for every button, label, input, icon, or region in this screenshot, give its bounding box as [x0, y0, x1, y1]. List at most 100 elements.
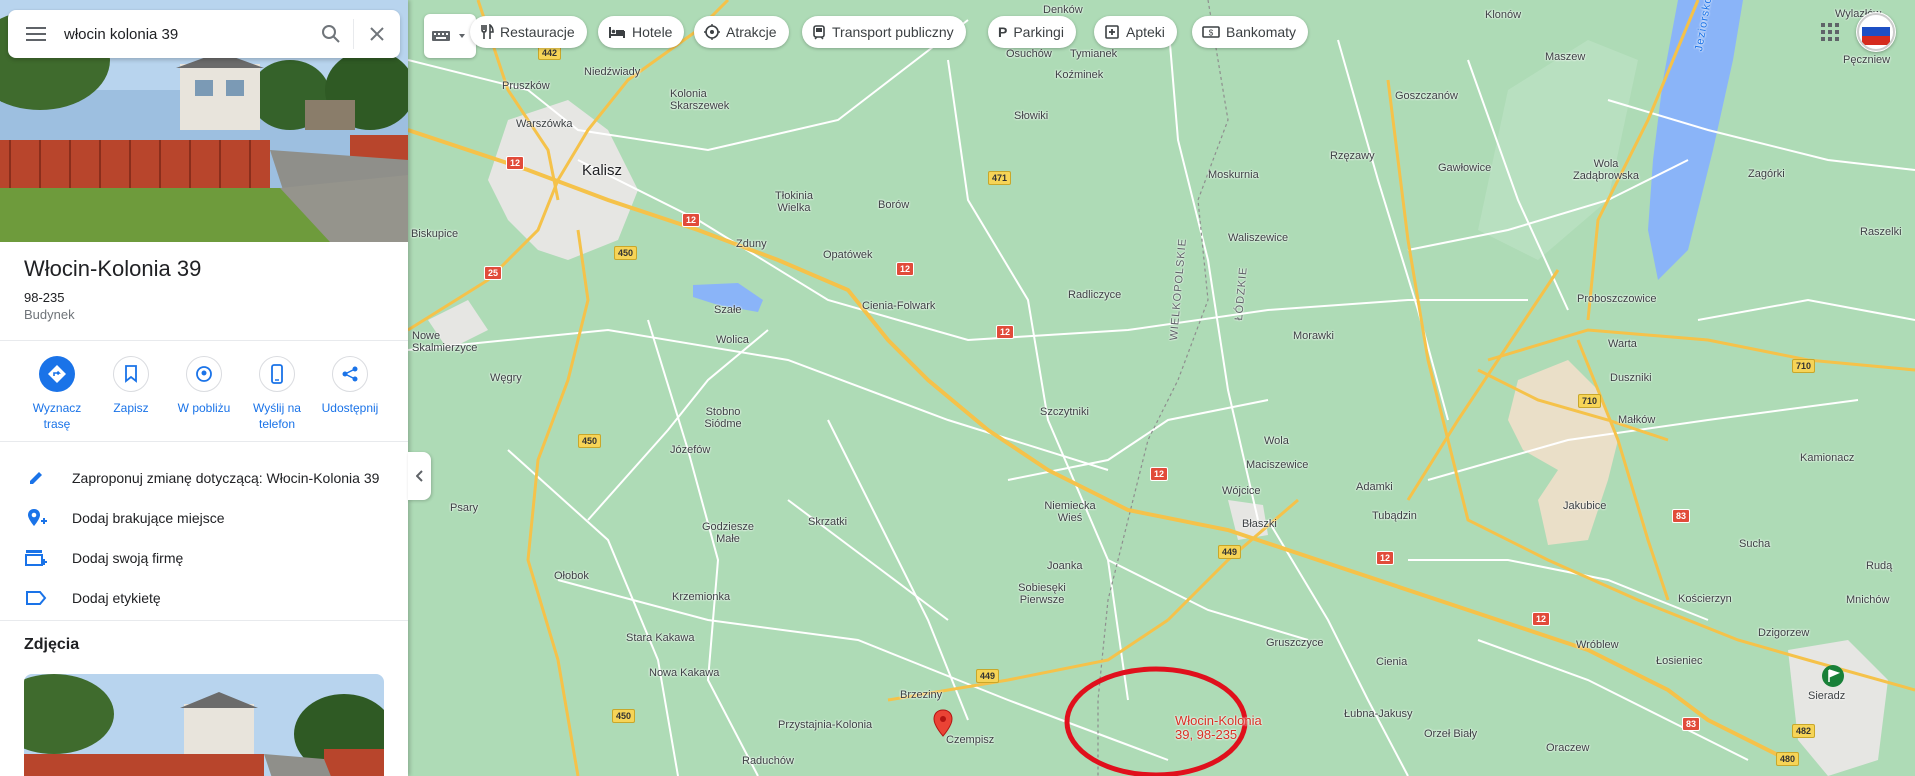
chip-parking[interactable]: P Parkingi	[988, 16, 1076, 48]
phone-icon	[259, 356, 295, 392]
search-box[interactable]: włocin kolonia 39	[8, 10, 400, 58]
apps-grid-icon[interactable]	[1818, 20, 1842, 44]
place-label: Orzeł Biały	[1424, 728, 1478, 740]
nearby-button[interactable]: W pobliżu	[168, 356, 240, 416]
chip-restaurants[interactable]: Restauracje	[470, 16, 587, 48]
chip-pharmacies[interactable]: Apteki	[1094, 16, 1177, 48]
place-label: Psary	[450, 502, 479, 514]
place-label: Rzęzawy	[1330, 150, 1375, 162]
bookmark-icon	[113, 356, 149, 392]
search-icon[interactable]	[309, 10, 353, 58]
place-label: Józefów	[670, 444, 711, 456]
suggest-edit-row[interactable]: Zaproponuj zmianę dotyczącą: Włocin-Kolo…	[0, 458, 408, 498]
place-label: Niemiecka Wieś	[1044, 500, 1096, 524]
road-number: 12	[1532, 612, 1551, 626]
road-number: 482	[1792, 724, 1816, 738]
place-label: Biskupice	[411, 228, 459, 240]
share-button[interactable]: Udostępnij	[314, 356, 386, 416]
photos-heading: Zdjęcia	[24, 636, 80, 653]
photo-thumbnail[interactable]	[24, 674, 384, 776]
road-number: 12	[1150, 467, 1169, 481]
place-label: Stara Kakawa	[626, 632, 695, 644]
chip-public-transport[interactable]: Transport publiczny	[802, 16, 966, 48]
search-input[interactable]: włocin kolonia 39	[64, 26, 309, 43]
chip-attractions[interactable]: Atrakcje	[694, 16, 789, 48]
pencil-icon	[0, 469, 72, 487]
place-label: Kamionacz	[1800, 452, 1855, 464]
pin-label[interactable]: Włocin-Kolonia 39, 98-235	[1175, 714, 1262, 742]
chip-hotels[interactable]: Hotele	[598, 16, 685, 48]
chip-label: Apteki	[1126, 24, 1165, 40]
add-label-row[interactable]: Dodaj etykietę	[0, 578, 408, 618]
menu-icon[interactable]	[8, 10, 64, 58]
add-label-label: Dodaj etykietę	[72, 590, 161, 606]
save-label: Zapisz	[113, 401, 149, 415]
place-label: Morawki	[1293, 330, 1334, 342]
road-number: 450	[614, 246, 638, 260]
place-label: Maszew	[1545, 51, 1586, 63]
place-label: Kolonia Skarszewek	[670, 88, 730, 112]
share-label: Udostępnij	[321, 401, 379, 415]
place-label: Wola Zadąbrowska	[1572, 158, 1640, 182]
parking-icon: P	[998, 24, 1008, 40]
chip-atms[interactable]: $ Bankomaty	[1192, 16, 1309, 48]
divider	[0, 620, 408, 621]
place-label: Oraczew	[1546, 742, 1590, 754]
divider	[0, 340, 408, 341]
place-label: Tłokinia Wielka	[775, 190, 813, 214]
place-label: Przystajnia-Kolonia	[778, 719, 873, 731]
road-number: 12	[506, 156, 525, 170]
place-label: Moskurnia	[1208, 169, 1259, 181]
place-label: Duszniki	[1610, 372, 1652, 384]
nearby-icon	[186, 356, 222, 392]
suggest-edit-label: Zaproponuj zmianę dotyczącą: Włocin-Kolo…	[72, 470, 380, 486]
place-label: Pruszków	[502, 80, 550, 92]
place-label: Cienia	[1376, 656, 1408, 668]
send-to-phone-label-2: telefon	[258, 417, 296, 431]
account-avatar[interactable]	[1856, 12, 1896, 52]
place-label: Koźminek	[1055, 69, 1104, 81]
directions-icon	[39, 356, 75, 392]
place-label: Waliszewice	[1228, 232, 1289, 244]
place-label: Stobno Siódme	[704, 406, 742, 430]
place-label: Warta	[1608, 338, 1637, 350]
place-label: Wola	[1264, 435, 1289, 447]
chip-label: Transport publiczny	[832, 24, 954, 40]
place-panel: włocin kolonia 39 Włocin-Kolonia 39 98-2…	[0, 0, 408, 776]
place-label: Brzeziny	[900, 689, 943, 701]
road-number: 83	[1682, 717, 1701, 731]
place-label: Nowe Skalmierzyce	[412, 330, 478, 354]
place-label: Wróblew	[1576, 639, 1619, 651]
chip-label: Atrakcje	[726, 24, 777, 40]
add-missing-place-row[interactable]: Dodaj brakujące miejsce	[0, 498, 408, 538]
map-canvas[interactable]: Kalisz Jeziorsko WIELKOPOLSKIE ŁÓDZKIE D…	[408, 0, 1915, 776]
input-tools-button[interactable]	[424, 14, 476, 58]
place-label: Skrzatki	[808, 516, 848, 528]
chip-label: Parkingi	[1013, 24, 1064, 40]
label-icon	[0, 590, 72, 606]
send-to-phone-button[interactable]: Wyślij na telefon	[241, 356, 313, 432]
place-label: Nowa Kakawa	[649, 667, 720, 679]
directions-button[interactable]: Wyznacz trasę	[21, 356, 93, 432]
road-number: 450	[578, 434, 602, 448]
place-label: Proboszczowice	[1577, 293, 1657, 305]
place-label: Raduchów	[742, 755, 794, 767]
close-icon[interactable]	[353, 19, 400, 49]
collapse-panel-button[interactable]	[408, 452, 431, 500]
road-number: 12	[896, 262, 915, 276]
directions-label-2: trasę	[43, 417, 71, 431]
chip-label: Restauracje	[500, 24, 575, 40]
place-label: Pęczniew	[1843, 54, 1891, 66]
place-label: Jakubice	[1563, 500, 1607, 512]
road-number: 480	[1776, 752, 1800, 766]
add-missing-place-label: Dodaj brakujące miejsce	[72, 510, 225, 526]
add-business-row[interactable]: Dodaj swoją firmę	[0, 538, 408, 578]
road-number: 449	[1218, 545, 1242, 559]
place-label: Zduny	[736, 238, 767, 250]
road-number: 25	[484, 266, 503, 280]
pin-label-line1: Włocin-Kolonia	[1175, 713, 1262, 728]
road-number: 83	[1672, 509, 1691, 523]
place-label: Sucha	[1739, 538, 1771, 550]
save-button[interactable]: Zapisz	[95, 356, 167, 416]
pharmacy-icon	[1104, 24, 1120, 40]
